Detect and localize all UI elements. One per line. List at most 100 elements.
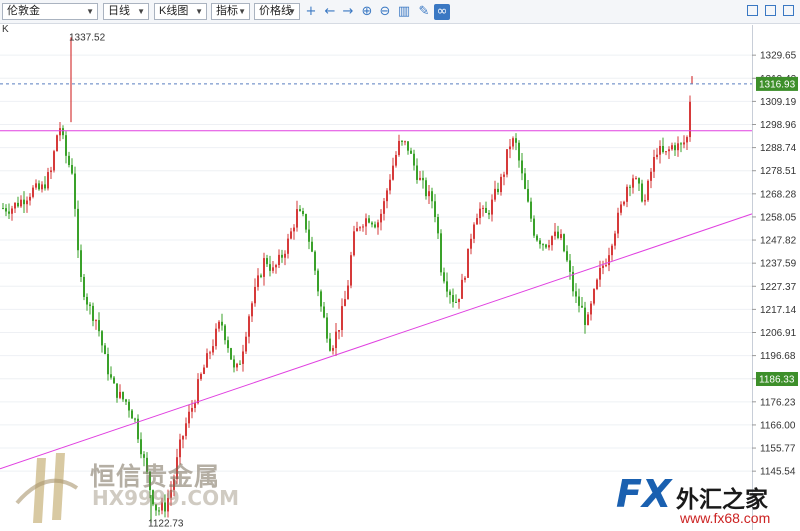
candle-body — [68, 155, 70, 166]
candle-body — [275, 265, 277, 268]
candle-body — [491, 199, 493, 215]
candle-body — [548, 245, 550, 248]
candle-body — [107, 354, 109, 375]
candle-body — [101, 331, 103, 346]
candle-body — [422, 177, 424, 181]
tick-label: 1155.77 — [760, 444, 796, 455]
candle-body — [98, 320, 100, 332]
candle-body — [368, 218, 370, 223]
candle-body — [32, 187, 34, 197]
candle-body — [473, 224, 475, 239]
tick-label: 1227.37 — [760, 282, 797, 293]
candle-body — [245, 336, 247, 352]
candle-body — [521, 160, 523, 174]
candle-body — [47, 172, 49, 189]
candle-body — [248, 316, 250, 337]
candle-body — [452, 295, 454, 302]
candle-body — [314, 251, 316, 271]
candle-body — [11, 208, 13, 214]
candle-body — [44, 184, 46, 189]
candle-body — [359, 227, 361, 229]
candle-body — [209, 352, 211, 354]
candle-body — [392, 165, 394, 180]
candle-body — [488, 212, 490, 215]
candle-body — [398, 140, 400, 155]
candle-body — [677, 143, 679, 151]
candle-body — [125, 399, 127, 402]
candle-body — [206, 353, 208, 368]
candle-body — [26, 200, 28, 205]
candle-body — [8, 211, 10, 214]
candle-body — [638, 178, 640, 184]
candle-body — [227, 340, 229, 349]
candles — [2, 37, 693, 523]
candle-body — [179, 439, 181, 458]
low-annotation: 1122.73 — [148, 519, 184, 530]
candle-body — [455, 301, 457, 303]
candle-body — [128, 401, 130, 411]
candle-body — [401, 140, 403, 142]
candle-body — [620, 204, 622, 213]
candle-body — [230, 348, 232, 360]
candle-body — [671, 145, 673, 150]
candle-body — [530, 201, 532, 219]
candle-body — [476, 218, 478, 225]
candle-body — [104, 345, 106, 355]
candle-body — [350, 255, 352, 286]
candle-body — [653, 156, 655, 172]
candle-body — [566, 251, 568, 261]
candle-body — [626, 186, 628, 202]
candle-body — [686, 137, 688, 143]
candle-body — [689, 101, 691, 138]
candle-body — [527, 188, 529, 202]
candle-body — [668, 149, 670, 152]
fx-logo-text: FX — [616, 472, 672, 516]
tick-label: 1247.82 — [760, 236, 797, 247]
candle-body — [362, 226, 364, 228]
candle-body — [482, 207, 484, 209]
candle-body — [536, 235, 538, 241]
candle-body — [53, 151, 55, 171]
candle-body — [65, 135, 67, 156]
candle-body — [89, 304, 91, 306]
candle-body — [308, 229, 310, 242]
tick-label: 1258.05 — [760, 212, 797, 223]
candle-body — [113, 377, 115, 384]
candle-body — [557, 231, 559, 238]
candle-body — [470, 238, 472, 249]
tick-label: 1196.68 — [760, 351, 796, 362]
candle-body — [266, 258, 268, 265]
candle-body — [110, 374, 112, 378]
tick-label: 1206.91 — [760, 328, 797, 339]
reference-lines — [0, 83, 753, 470]
candle-body — [212, 346, 214, 353]
candle-body — [218, 321, 220, 329]
candle-body — [434, 201, 436, 218]
candle-body — [431, 191, 433, 202]
candle-body — [254, 286, 256, 304]
candle-body — [623, 201, 625, 205]
candle-body — [38, 183, 40, 190]
price-axis: 1329.651319.421309.191298.961288.741278.… — [752, 25, 797, 530]
candle-body — [62, 128, 64, 136]
candle-body — [329, 338, 331, 351]
candle-body — [617, 212, 619, 234]
candle-body — [353, 231, 355, 256]
candle-body — [416, 165, 418, 180]
candle-body — [242, 351, 244, 364]
candle-body — [188, 411, 190, 424]
candle-body — [80, 250, 82, 277]
candle-body — [77, 208, 79, 251]
candle-body — [410, 150, 412, 154]
candle-body — [443, 272, 445, 282]
candle-body — [533, 218, 535, 236]
tick-label: 1298.96 — [760, 120, 797, 131]
candle-body — [461, 279, 463, 299]
candlestick-chart: 1329.651319.421309.191298.961288.741278.… — [0, 25, 798, 530]
candle-body — [338, 330, 340, 332]
tick-label: 1237.59 — [760, 259, 797, 270]
hengxin-logo-icon — [12, 448, 82, 528]
candle-body — [467, 248, 469, 278]
candle-body — [602, 265, 604, 269]
candle-body — [326, 317, 328, 339]
